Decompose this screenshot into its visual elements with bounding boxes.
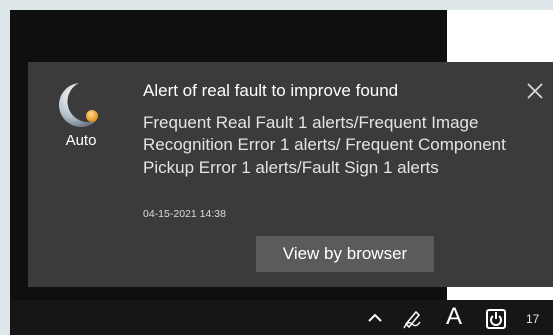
pen-workspace-button[interactable]	[400, 307, 426, 329]
pen-workspace-icon	[403, 310, 421, 329]
taskbar-clock[interactable]: 17	[526, 311, 553, 327]
close-button[interactable]	[524, 80, 546, 102]
close-icon	[527, 83, 543, 99]
auto-app-logo-icon	[50, 80, 112, 130]
app-tray-button[interactable]	[484, 308, 508, 330]
notification-title: Alert of real fault to improve found	[143, 81, 399, 100]
app-name-label: Auto	[65, 132, 97, 149]
notification-message: Frequent Real Fault 1 alerts/Frequent Im…	[143, 113, 506, 177]
notification-timestamp: 04-15-2021 14:38	[143, 208, 226, 220]
view-by-browser-button[interactable]: View by browser	[256, 236, 434, 272]
chevron-up-icon	[368, 313, 382, 322]
show-hidden-icons-button[interactable]	[364, 309, 386, 327]
input-method-indicator[interactable]: A	[445, 303, 463, 331]
taskbar	[10, 300, 553, 335]
app-tray-icon	[486, 309, 506, 329]
